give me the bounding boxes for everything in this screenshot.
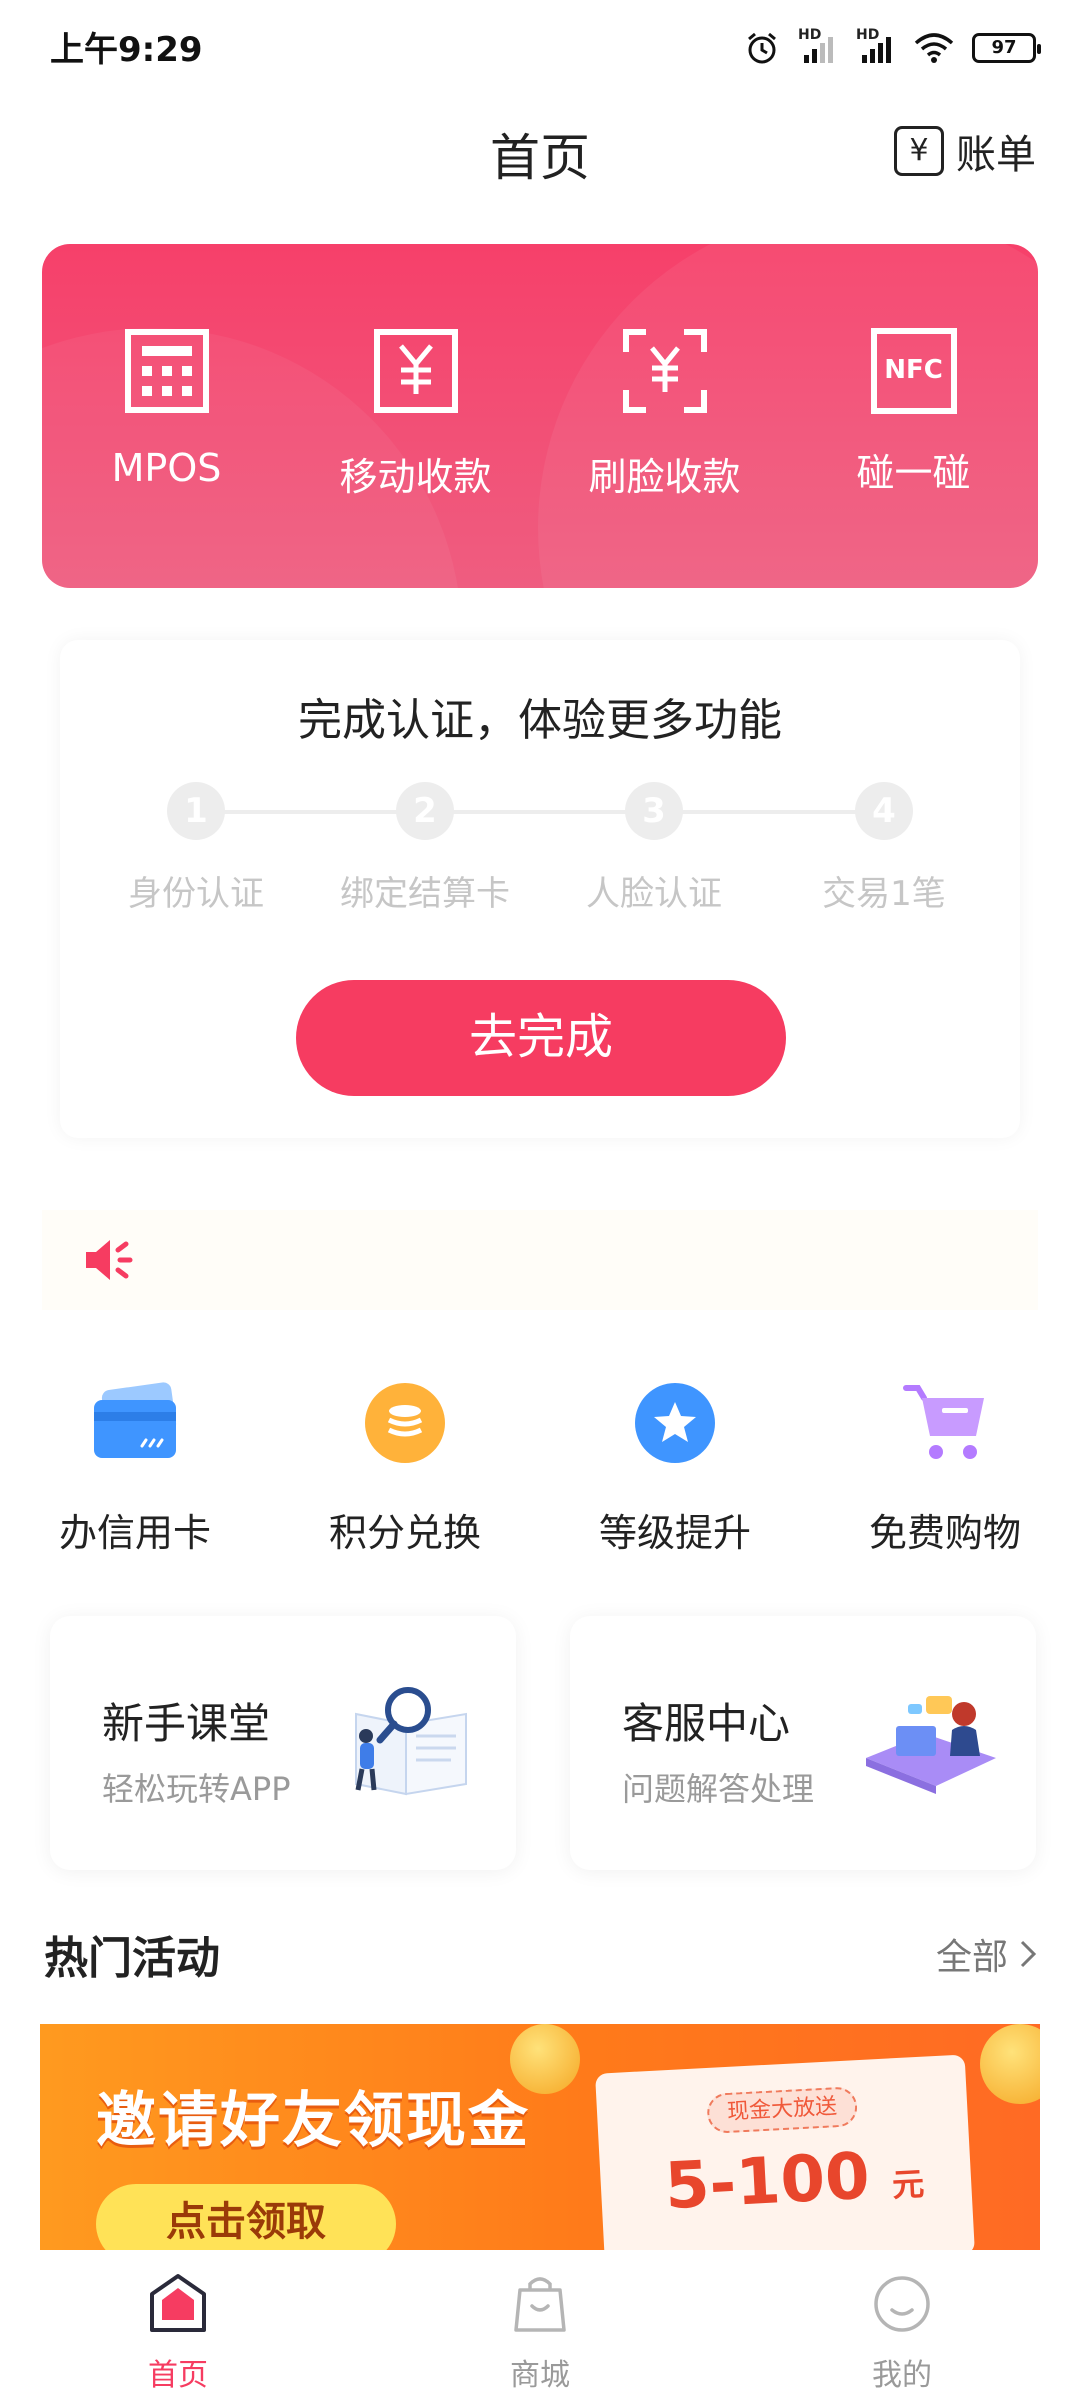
payment-card: MPOS 移动收款 刷脸收款 NFC 碰一碰 [42,244,1038,588]
step-number: 1 [167,782,225,840]
ticket-amount-value: 5-100 [663,2139,872,2225]
signal-icon-2: HD [856,27,896,65]
banner-title: 邀请好友领现金 [96,2086,530,2156]
step-face: 3 人脸认证 [554,782,754,915]
pay-item-mpos[interactable]: MPOS [42,328,291,490]
pay-item-label: 碰一碰 [856,451,971,495]
ticket-amount-unit: 元 [891,2164,926,2205]
alarm-icon [748,32,776,64]
quick-menu: 办信用卡 积分兑换 等级提升 免费购物 [0,1378,1080,1558]
step-trade: 4 交易1笔 [784,782,984,915]
pay-item-label: 移动收款 [339,455,492,499]
speaker-icon [86,1240,133,1280]
credit-card-icon [94,1382,177,1458]
quick-item-label: 免费购物 [868,1511,1021,1555]
star-icon [635,1383,715,1463]
see-all-label: 全部 [935,1937,1008,1978]
coins-icon [365,1383,445,1463]
complete-button[interactable]: 去完成 [296,980,786,1096]
customer-service-icon [866,1696,996,1794]
pay-item-face[interactable]: 刷脸收款 [540,328,789,501]
pay-item-mobile[interactable]: 移动收款 [291,328,540,501]
notice-bar[interactable] [42,1210,1038,1310]
tab-label: 首页 [148,2358,208,2393]
calculator-icon [124,329,209,413]
step-number: 4 [855,782,913,840]
signal-icon: HD [798,27,838,65]
header: 首页 ¥ 账单 [0,96,1080,206]
battery-indicator: 97 [972,33,1041,63]
promo-card-beginner[interactable]: 新手课堂 轻松玩转APP [50,1616,516,1870]
tab-label: 商城 [510,2358,570,2393]
nfc-icon: NFC [870,328,957,414]
promo-title: 客服中心 [622,1699,791,1748]
step-label: 绑定结算卡 [340,874,510,914]
coin-decoration [980,2024,1040,2104]
tab-label: 我的 [872,2358,932,2393]
steps-progress-line [196,810,884,814]
quick-item-label: 积分兑换 [328,1511,481,1555]
step-number: 2 [396,782,454,840]
invite-banner[interactable]: 邀请好友领现金 点击领取 现金大放送 5-100 元 [40,2024,1040,2250]
book-magnifier-icon [355,1687,467,1796]
bottom-tab-bar: 首页 商城 我的 [0,2250,1080,2400]
promo-subtitle: 问题解答处理 [622,1770,815,1808]
chevron-right-icon [1020,1940,1037,1968]
promo-subtitle: 轻松玩转APP [102,1770,291,1808]
step-bind-card: 2 绑定结算卡 [325,782,525,915]
status-bar: 上午9:29 HD HD 97 [0,0,1080,96]
pay-item-nfc[interactable]: NFC 碰一碰 [789,328,1038,497]
pay-item-label: MPOS [111,446,222,490]
yen-icon: ¥ [894,126,944,176]
step-number: 3 [625,782,683,840]
cart-icon [903,1385,984,1459]
step-label: 人脸认证 [586,874,722,914]
quick-item-label: 办信用卡 [58,1511,211,1555]
step-label: 身份认证 [128,874,264,914]
promo-card-service[interactable]: 客服中心 问题解答处理 [570,1616,1036,1870]
tab-mall[interactable]: 商城 [440,2272,640,2394]
quick-item-label: 等级提升 [598,1511,751,1555]
status-time: 上午9:29 [50,30,203,70]
shopping-bag-icon [514,2277,566,2332]
step-identity: 1 身份认证 [96,782,296,915]
bill-label: 账单 [956,132,1036,178]
bill-button[interactable]: ¥ 账单 [894,122,1036,180]
home-icon [150,2274,206,2332]
tab-home[interactable]: 首页 [78,2272,278,2394]
quick-item-shopping[interactable]: 免费购物 [810,1378,1080,1557]
cash-ticket: 现金大放送 5-100 元 [595,2054,975,2250]
pay-item-label: 刷脸收款 [588,455,741,499]
yen-receipt-icon [373,329,458,413]
nfc-icon-text: NFC [884,355,943,385]
verification-card: 完成认证，体验更多功能 1 身份认证 2 绑定结算卡 3 人脸认证 4 交易1笔… [60,640,1020,1138]
section-title-hot: 热门活动 [44,1933,220,1984]
tab-mine[interactable]: 我的 [802,2272,1002,2394]
ticket-amount: 5-100 元 [663,2137,926,2225]
see-all-link[interactable]: 全部 [936,1928,1038,1980]
claim-button[interactable]: 点击领取 [96,2184,396,2250]
quick-item-level[interactable]: 等级提升 [540,1378,810,1557]
promo-title: 新手课堂 [102,1699,271,1748]
step-label: 交易1笔 [822,874,946,914]
ticket-tag: 现金大放送 [706,2086,859,2134]
profile-face-icon [874,2276,930,2332]
quick-item-credit-card[interactable]: 办信用卡 [0,1378,270,1557]
scan-yen-icon [622,329,707,413]
verification-title: 完成认证，体验更多功能 [298,695,782,746]
status-icons: HD HD 97 [744,26,1041,70]
quick-item-points[interactable]: 积分兑换 [270,1378,540,1557]
wifi-icon [914,33,954,63]
